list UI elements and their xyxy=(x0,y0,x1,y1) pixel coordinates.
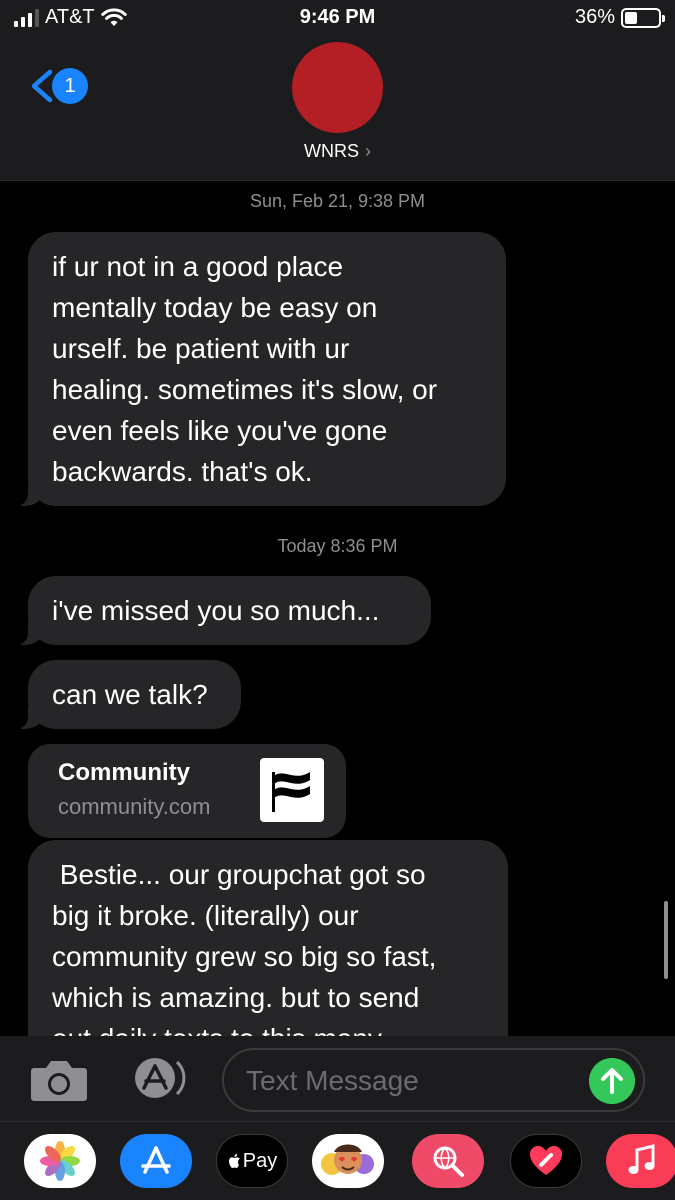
app-store-icon xyxy=(141,1146,171,1174)
music-app[interactable] xyxy=(606,1134,675,1188)
battery-percent: 36% xyxy=(574,6,615,28)
incoming-message[interactable]: i've missed you so much... xyxy=(14,576,431,645)
digital-touch-app[interactable] xyxy=(510,1134,582,1188)
web-search-icon xyxy=(433,1146,464,1177)
message-text: can we talk? xyxy=(52,679,208,710)
clock: 9:46 PM xyxy=(299,6,376,28)
imessage-app-drawer: Pay xyxy=(0,1121,675,1200)
camera-icon[interactable] xyxy=(30,1058,88,1102)
contact-name-button[interactable]: WNRS › xyxy=(0,141,675,162)
message-line: community grew so big so fast, xyxy=(52,941,437,972)
avatar[interactable] xyxy=(292,42,383,133)
send-button[interactable] xyxy=(589,1058,635,1104)
message-line: even feels like you've gone xyxy=(52,415,388,446)
message-line: if ur not in a good place xyxy=(52,251,344,282)
timestamp: Today 8:36 PM xyxy=(277,536,398,556)
link-preview-card[interactable]: Community community.com xyxy=(28,744,346,838)
message-line: healing. sometimes it's slow, or xyxy=(52,374,438,405)
memoji-app[interactable] xyxy=(312,1134,384,1188)
incoming-message[interactable]: Bestie... our groupchat got so big it br… xyxy=(28,840,508,1036)
timestamp: Sun, Feb 21, 9:38 PM xyxy=(249,191,426,211)
link-url: community.com xyxy=(58,794,211,819)
digital-touch-icon xyxy=(530,1146,562,1175)
apple-pay-icon: Pay xyxy=(227,1150,277,1173)
memoji-icon xyxy=(321,1144,374,1175)
incoming-message[interactable]: if ur not in a good place mentally today… xyxy=(14,232,506,506)
chevron-right-icon: › xyxy=(365,141,371,161)
photos-icon xyxy=(40,1141,80,1181)
link-title: Community xyxy=(58,759,190,786)
apple-pay-label: Pay xyxy=(242,1149,278,1172)
message-line: mentally today be easy on xyxy=(52,292,378,323)
message-line: Bestie... our groupchat got so xyxy=(52,859,426,890)
photos-app[interactable] xyxy=(24,1134,96,1188)
battery-group: 36% xyxy=(574,6,665,29)
message-field[interactable] xyxy=(222,1048,645,1112)
conversation-header: 1 WNRS › xyxy=(0,36,675,181)
app-store-app[interactable] xyxy=(120,1134,192,1188)
back-button[interactable]: 1 xyxy=(28,68,88,104)
scroll-indicator[interactable] xyxy=(664,901,668,979)
message-text: i've missed you so much... xyxy=(52,595,380,626)
message-thread[interactable]: Sun, Feb 21, 9:38 PM if ur not in a good… xyxy=(0,181,675,1036)
community-logo-icon xyxy=(260,758,324,822)
apple-logo-icon xyxy=(228,1153,240,1168)
unread-badge: 1 xyxy=(52,68,88,104)
contact-name: WNRS xyxy=(304,141,359,161)
battery-icon xyxy=(621,7,665,28)
app-store-apps-icon[interactable] xyxy=(125,1056,191,1100)
message-line: out daily texts to this many xyxy=(52,1018,484,1036)
compose-bar xyxy=(0,1036,675,1121)
music-icon xyxy=(628,1144,655,1174)
apple-pay-app[interactable]: Pay xyxy=(216,1134,288,1188)
message-line: urself. be patient with ur xyxy=(52,333,350,364)
message-line: which is amazing. but to send xyxy=(52,982,420,1013)
incoming-message[interactable]: can we talk? xyxy=(14,660,241,729)
battery-level xyxy=(625,11,637,24)
message-line: backwards. that's ok. xyxy=(52,456,313,487)
message-line: big it broke. (literally) our xyxy=(52,900,359,931)
message-input[interactable] xyxy=(246,1060,586,1102)
web-search-app[interactable] xyxy=(412,1134,484,1188)
status-bar: AT&T 9:46 PM 36% xyxy=(0,0,675,36)
